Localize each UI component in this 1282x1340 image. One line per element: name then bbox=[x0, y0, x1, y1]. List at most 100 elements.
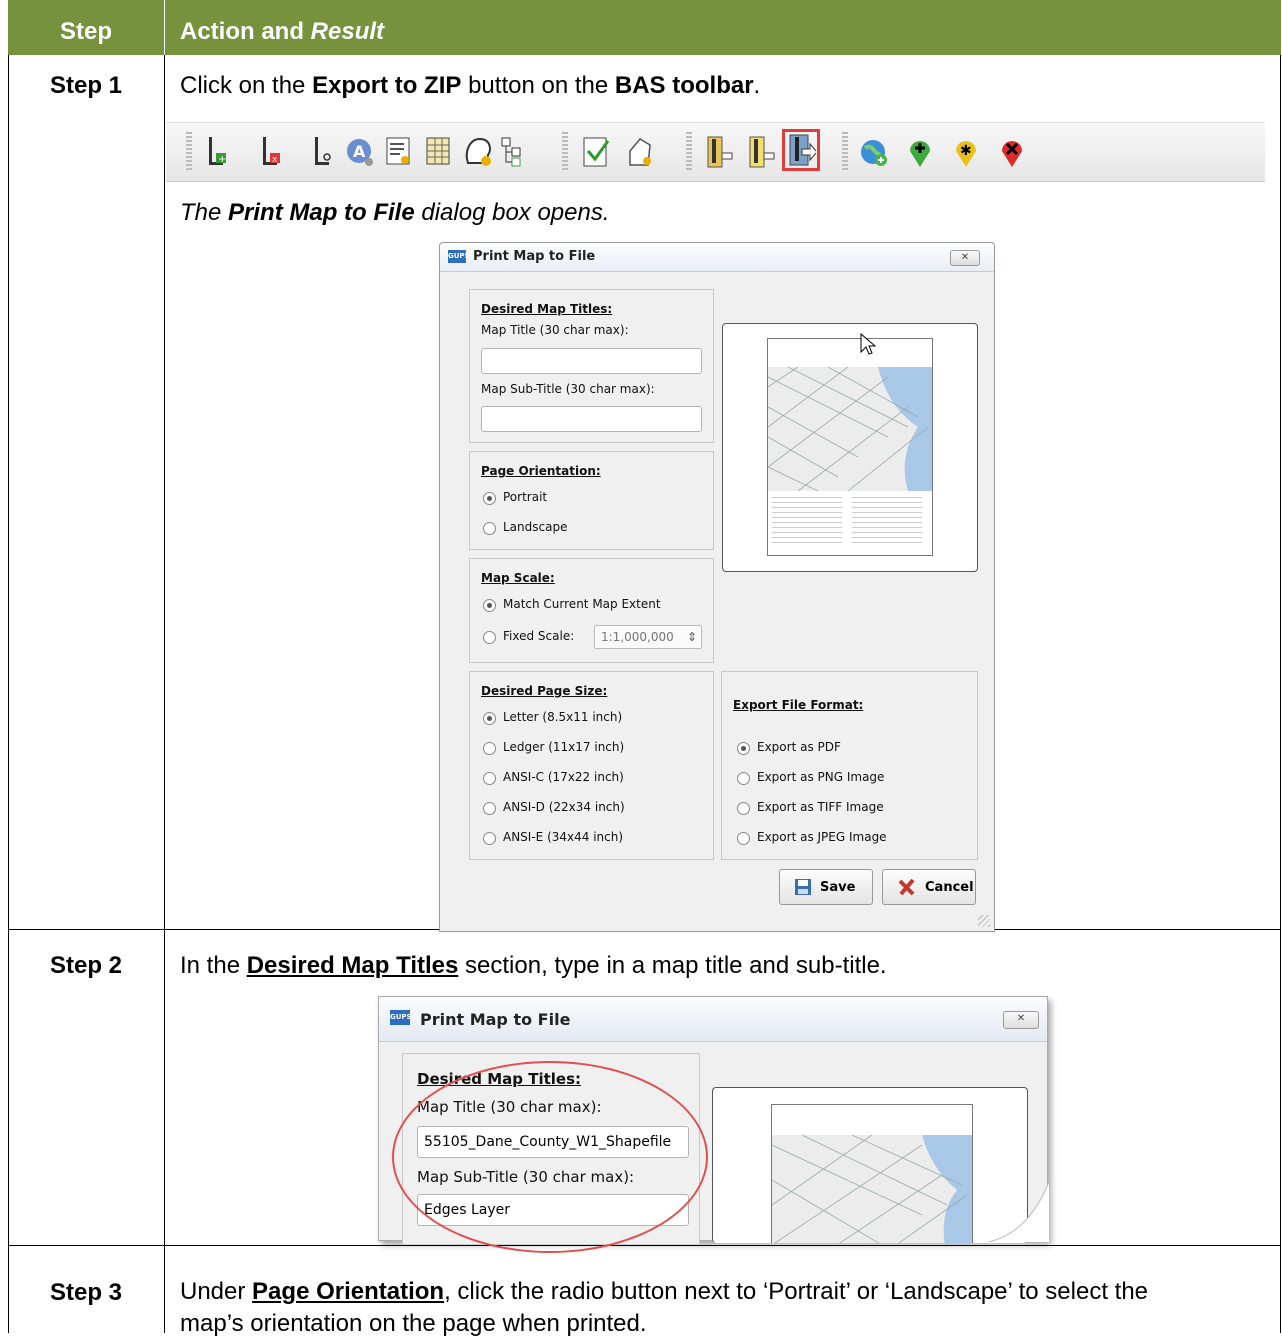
dialog2-titlebar: GUPS Print Map to File ✕ bbox=[379, 997, 1047, 1042]
export-format-heading: Export File Format: bbox=[733, 698, 864, 712]
spinner-arrows-icon[interactable]: ⇕ bbox=[687, 626, 697, 648]
highlight-ellipse bbox=[392, 1061, 708, 1253]
close-icon-2[interactable]: ✕ bbox=[1003, 1011, 1039, 1029]
split-edge-icon[interactable] bbox=[308, 135, 340, 169]
size-letter-label: Letter (8.5x11 inch) bbox=[503, 710, 623, 724]
step-2-text: In the Desired Map Titles section, type … bbox=[180, 952, 887, 979]
step-1-label: Step 1 bbox=[49, 72, 123, 99]
map-subtitle-label: Map Sub-Title (30 char max): bbox=[481, 382, 655, 396]
left-border bbox=[8, 55, 9, 1333]
delete-marker-icon[interactable] bbox=[996, 135, 1028, 169]
size-ansi-c-radio[interactable] bbox=[483, 772, 496, 785]
print-map-dialog: GUPS Print Map to File ✕ Desired Map Tit… bbox=[439, 242, 995, 932]
export-format-group: Export File Format: Export as PDF Export… bbox=[721, 671, 978, 860]
map-title-label: Map Title (30 char max): bbox=[481, 323, 629, 337]
svg-text:x: x bbox=[272, 155, 278, 165]
size-ansi-e-radio[interactable] bbox=[483, 832, 496, 845]
delete-edge-icon[interactable]: x bbox=[256, 135, 288, 169]
svg-text:✱: ✱ bbox=[960, 143, 972, 159]
format-png-label: Export as PNG Image bbox=[757, 770, 885, 784]
result-word: Result bbox=[310, 18, 385, 45]
dialog2-title: Print Map to File bbox=[420, 1010, 571, 1029]
format-pdf-radio[interactable] bbox=[737, 742, 750, 755]
match-extent-radio[interactable] bbox=[483, 599, 496, 612]
zip-import-2-icon[interactable] bbox=[744, 135, 776, 169]
portrait-label: Portrait bbox=[503, 490, 548, 504]
table-header: Step Action and Result bbox=[8, 0, 1281, 55]
map-titles-heading: Desired Map Titles: bbox=[481, 302, 613, 316]
right-border bbox=[1280, 55, 1281, 1333]
zip-import-icon[interactable] bbox=[702, 135, 734, 169]
fixed-scale-spinner[interactable]: 1:1,000,000 ⇕ bbox=[594, 625, 702, 649]
dialog-title: Print Map to File bbox=[473, 249, 596, 264]
save-icon bbox=[795, 879, 811, 895]
map-title-input[interactable] bbox=[481, 348, 702, 374]
toolbar-grip bbox=[186, 132, 192, 172]
street-grid bbox=[768, 367, 932, 491]
map-scale-heading: Map Scale: bbox=[481, 571, 555, 585]
fixed-scale-label: Fixed Scale: bbox=[503, 629, 575, 643]
size-ledger-label: Ledger (11x17 inch) bbox=[503, 740, 625, 754]
cursor-icon bbox=[860, 332, 877, 355]
step-1-text: Click on the Export to ZIP button on the… bbox=[180, 72, 761, 99]
shape-icon[interactable] bbox=[624, 135, 656, 169]
map-titles-group: Desired Map Titles: Map Title (30 char m… bbox=[469, 289, 714, 443]
page-curl bbox=[989, 1182, 1049, 1242]
close-icon[interactable]: ✕ bbox=[950, 250, 980, 266]
toolbar-grip-2 bbox=[562, 132, 568, 172]
size-ledger-radio[interactable] bbox=[483, 742, 496, 755]
size-ansi-e-label: ANSI-E (34x44 inch) bbox=[503, 830, 624, 844]
bas-toolbar: + x A ✱ bbox=[166, 122, 1265, 182]
svg-text:+: + bbox=[218, 154, 226, 165]
page-orientation-group: Page Orientation: Portrait Landscape bbox=[469, 451, 714, 550]
format-jpeg-label: Export as JPEG Image bbox=[757, 830, 887, 844]
size-ansi-d-radio[interactable] bbox=[483, 802, 496, 815]
map-preview-2 bbox=[712, 1087, 1028, 1243]
portrait-radio[interactable] bbox=[483, 492, 496, 505]
step-3-text: Under Page Orientation, click the radio … bbox=[180, 1278, 1149, 1337]
step-1-result: The Print Map to File dialog box opens. bbox=[180, 199, 610, 226]
export-to-zip-button[interactable] bbox=[782, 129, 820, 171]
step-2-label: Step 2 bbox=[49, 952, 123, 979]
form-icon[interactable] bbox=[382, 135, 414, 169]
step-column-header: Step bbox=[59, 18, 112, 45]
fixed-scale-radio[interactable] bbox=[483, 631, 496, 644]
landscape-radio[interactable] bbox=[483, 522, 496, 535]
match-extent-label: Match Current Map Extent bbox=[503, 597, 661, 611]
cancel-icon bbox=[898, 878, 915, 896]
add-edge-icon[interactable]: + bbox=[202, 135, 234, 169]
globe-add-icon[interactable] bbox=[858, 135, 890, 169]
map-thumbnail bbox=[767, 338, 933, 556]
map-subtitle-input[interactable] bbox=[481, 406, 702, 432]
format-tiff-radio[interactable] bbox=[737, 802, 750, 815]
head-icon[interactable] bbox=[462, 135, 494, 169]
page-orientation-heading: Page Orientation: bbox=[481, 464, 601, 478]
add-marker-icon[interactable] bbox=[904, 135, 936, 169]
row-divider-2 bbox=[8, 1245, 1281, 1246]
resize-grip[interactable] bbox=[978, 915, 990, 927]
star-marker-icon[interactable]: ✱ bbox=[950, 135, 982, 169]
column-divider bbox=[164, 55, 165, 1333]
toolbar-grip-3 bbox=[686, 132, 692, 172]
table-icon[interactable] bbox=[422, 135, 454, 169]
cancel-button[interactable]: Cancel bbox=[882, 869, 976, 905]
map-scale-group: Map Scale: Match Current Map Extent Fixe… bbox=[469, 558, 714, 663]
toolbar-grip-4 bbox=[842, 132, 848, 172]
step-3-label: Step 3 bbox=[49, 1279, 123, 1306]
page-size-heading: Desired Page Size: bbox=[481, 684, 608, 698]
map-thumbnail-2 bbox=[771, 1104, 973, 1243]
page-size-group: Desired Page Size: Letter (8.5x11 inch) … bbox=[469, 671, 714, 860]
landscape-label: Landscape bbox=[503, 520, 568, 534]
app-logo-2: GUPS bbox=[390, 1010, 412, 1025]
format-jpeg-radio[interactable] bbox=[737, 832, 750, 845]
action-column-header: Action and Result bbox=[164, 0, 1280, 55]
save-button[interactable]: Save bbox=[779, 869, 873, 905]
tree-icon[interactable] bbox=[498, 135, 530, 169]
annotation-icon[interactable]: A bbox=[344, 135, 376, 169]
size-letter-radio[interactable] bbox=[483, 712, 496, 725]
svg-text:A: A bbox=[353, 142, 366, 161]
app-logo: GUPS bbox=[448, 250, 470, 263]
format-png-radio[interactable] bbox=[737, 772, 750, 785]
format-tiff-label: Export as TIFF Image bbox=[757, 800, 884, 814]
check-icon[interactable] bbox=[580, 135, 612, 169]
